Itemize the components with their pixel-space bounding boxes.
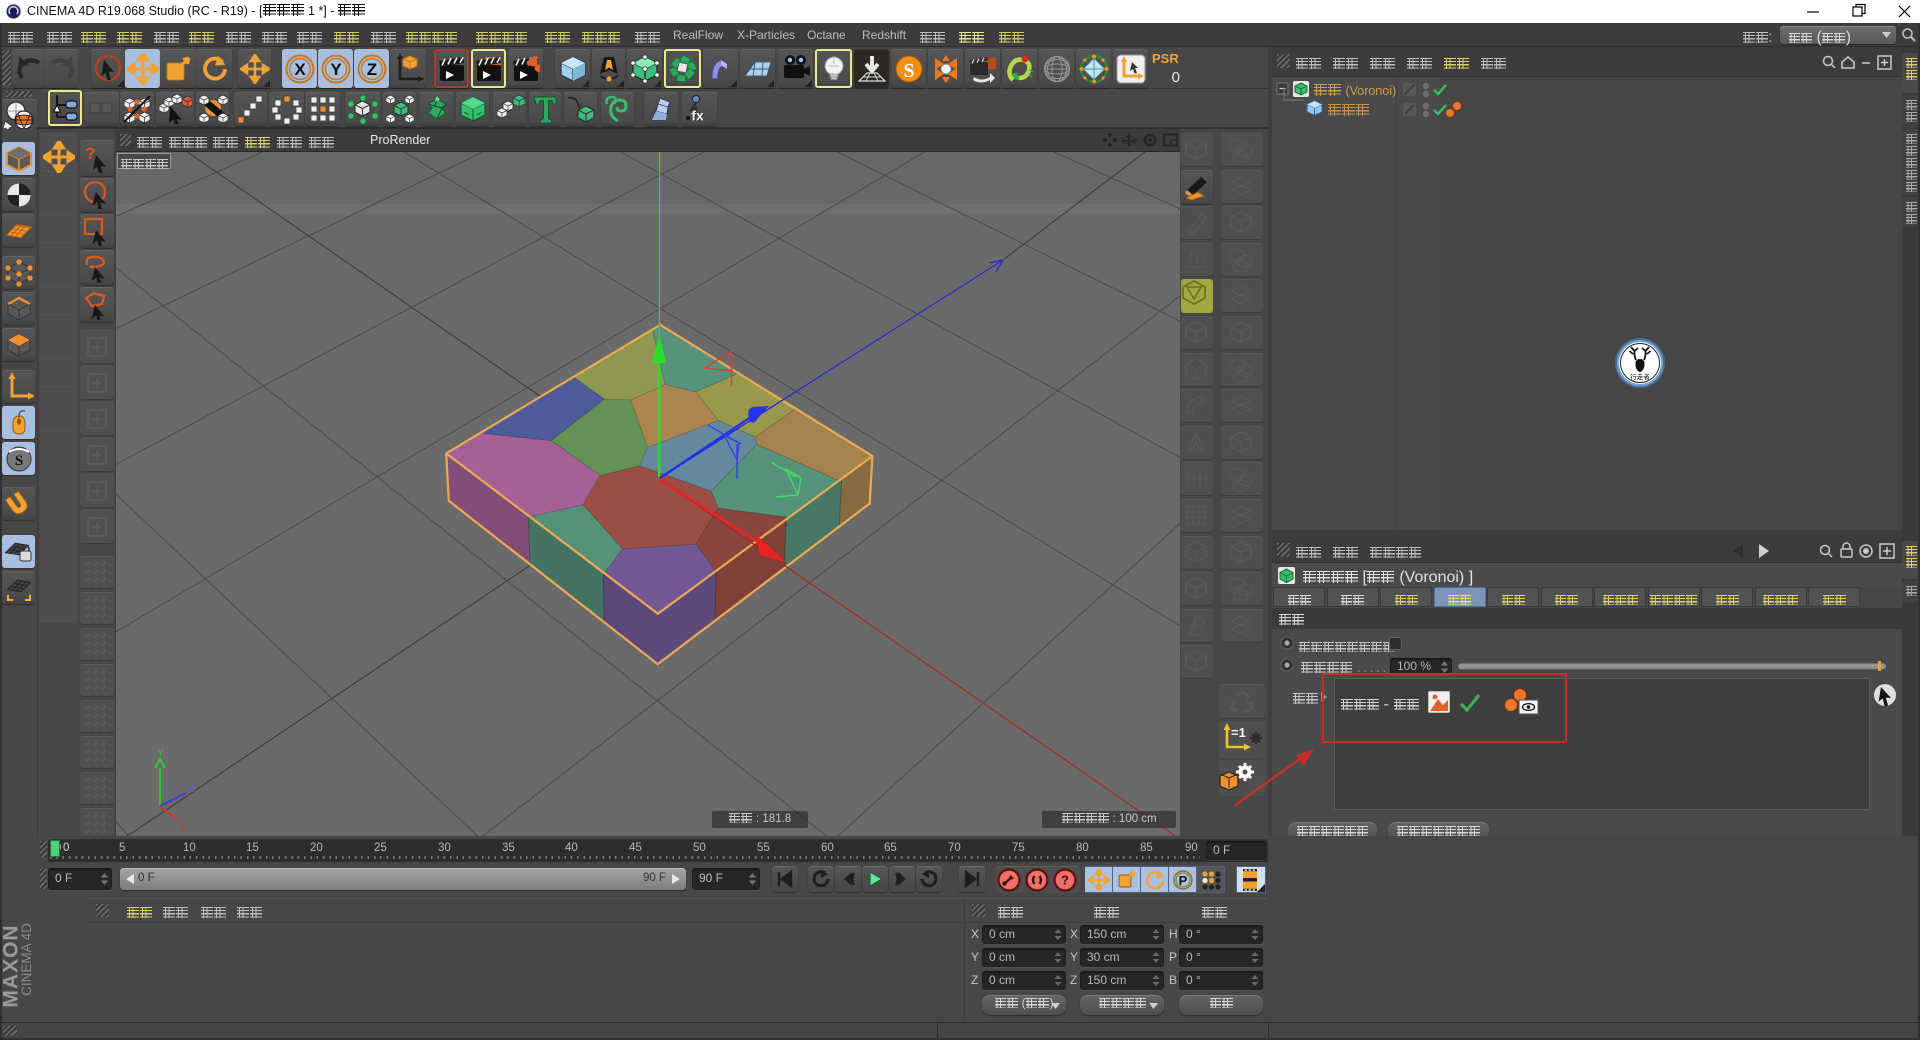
svg-text:X: X	[294, 60, 306, 79]
svg-text:=1: =1	[1231, 725, 1246, 740]
svg-text:Z: Z	[189, 784, 195, 795]
svg-text:Y: Y	[157, 748, 164, 759]
svg-text:?: ?	[1061, 873, 1069, 888]
svg-text:Y: Y	[330, 60, 342, 79]
svg-text:Z: Z	[366, 60, 376, 79]
svg-text:fx: fx	[691, 107, 704, 123]
svg-text:S: S	[14, 453, 22, 469]
svg-text:?: ?	[85, 144, 95, 163]
svg-text:P: P	[1178, 873, 1187, 888]
svg-text:X: X	[179, 822, 186, 833]
svg-text:行走者: 行走者	[1630, 372, 1650, 381]
svg-text:S: S	[903, 60, 914, 82]
